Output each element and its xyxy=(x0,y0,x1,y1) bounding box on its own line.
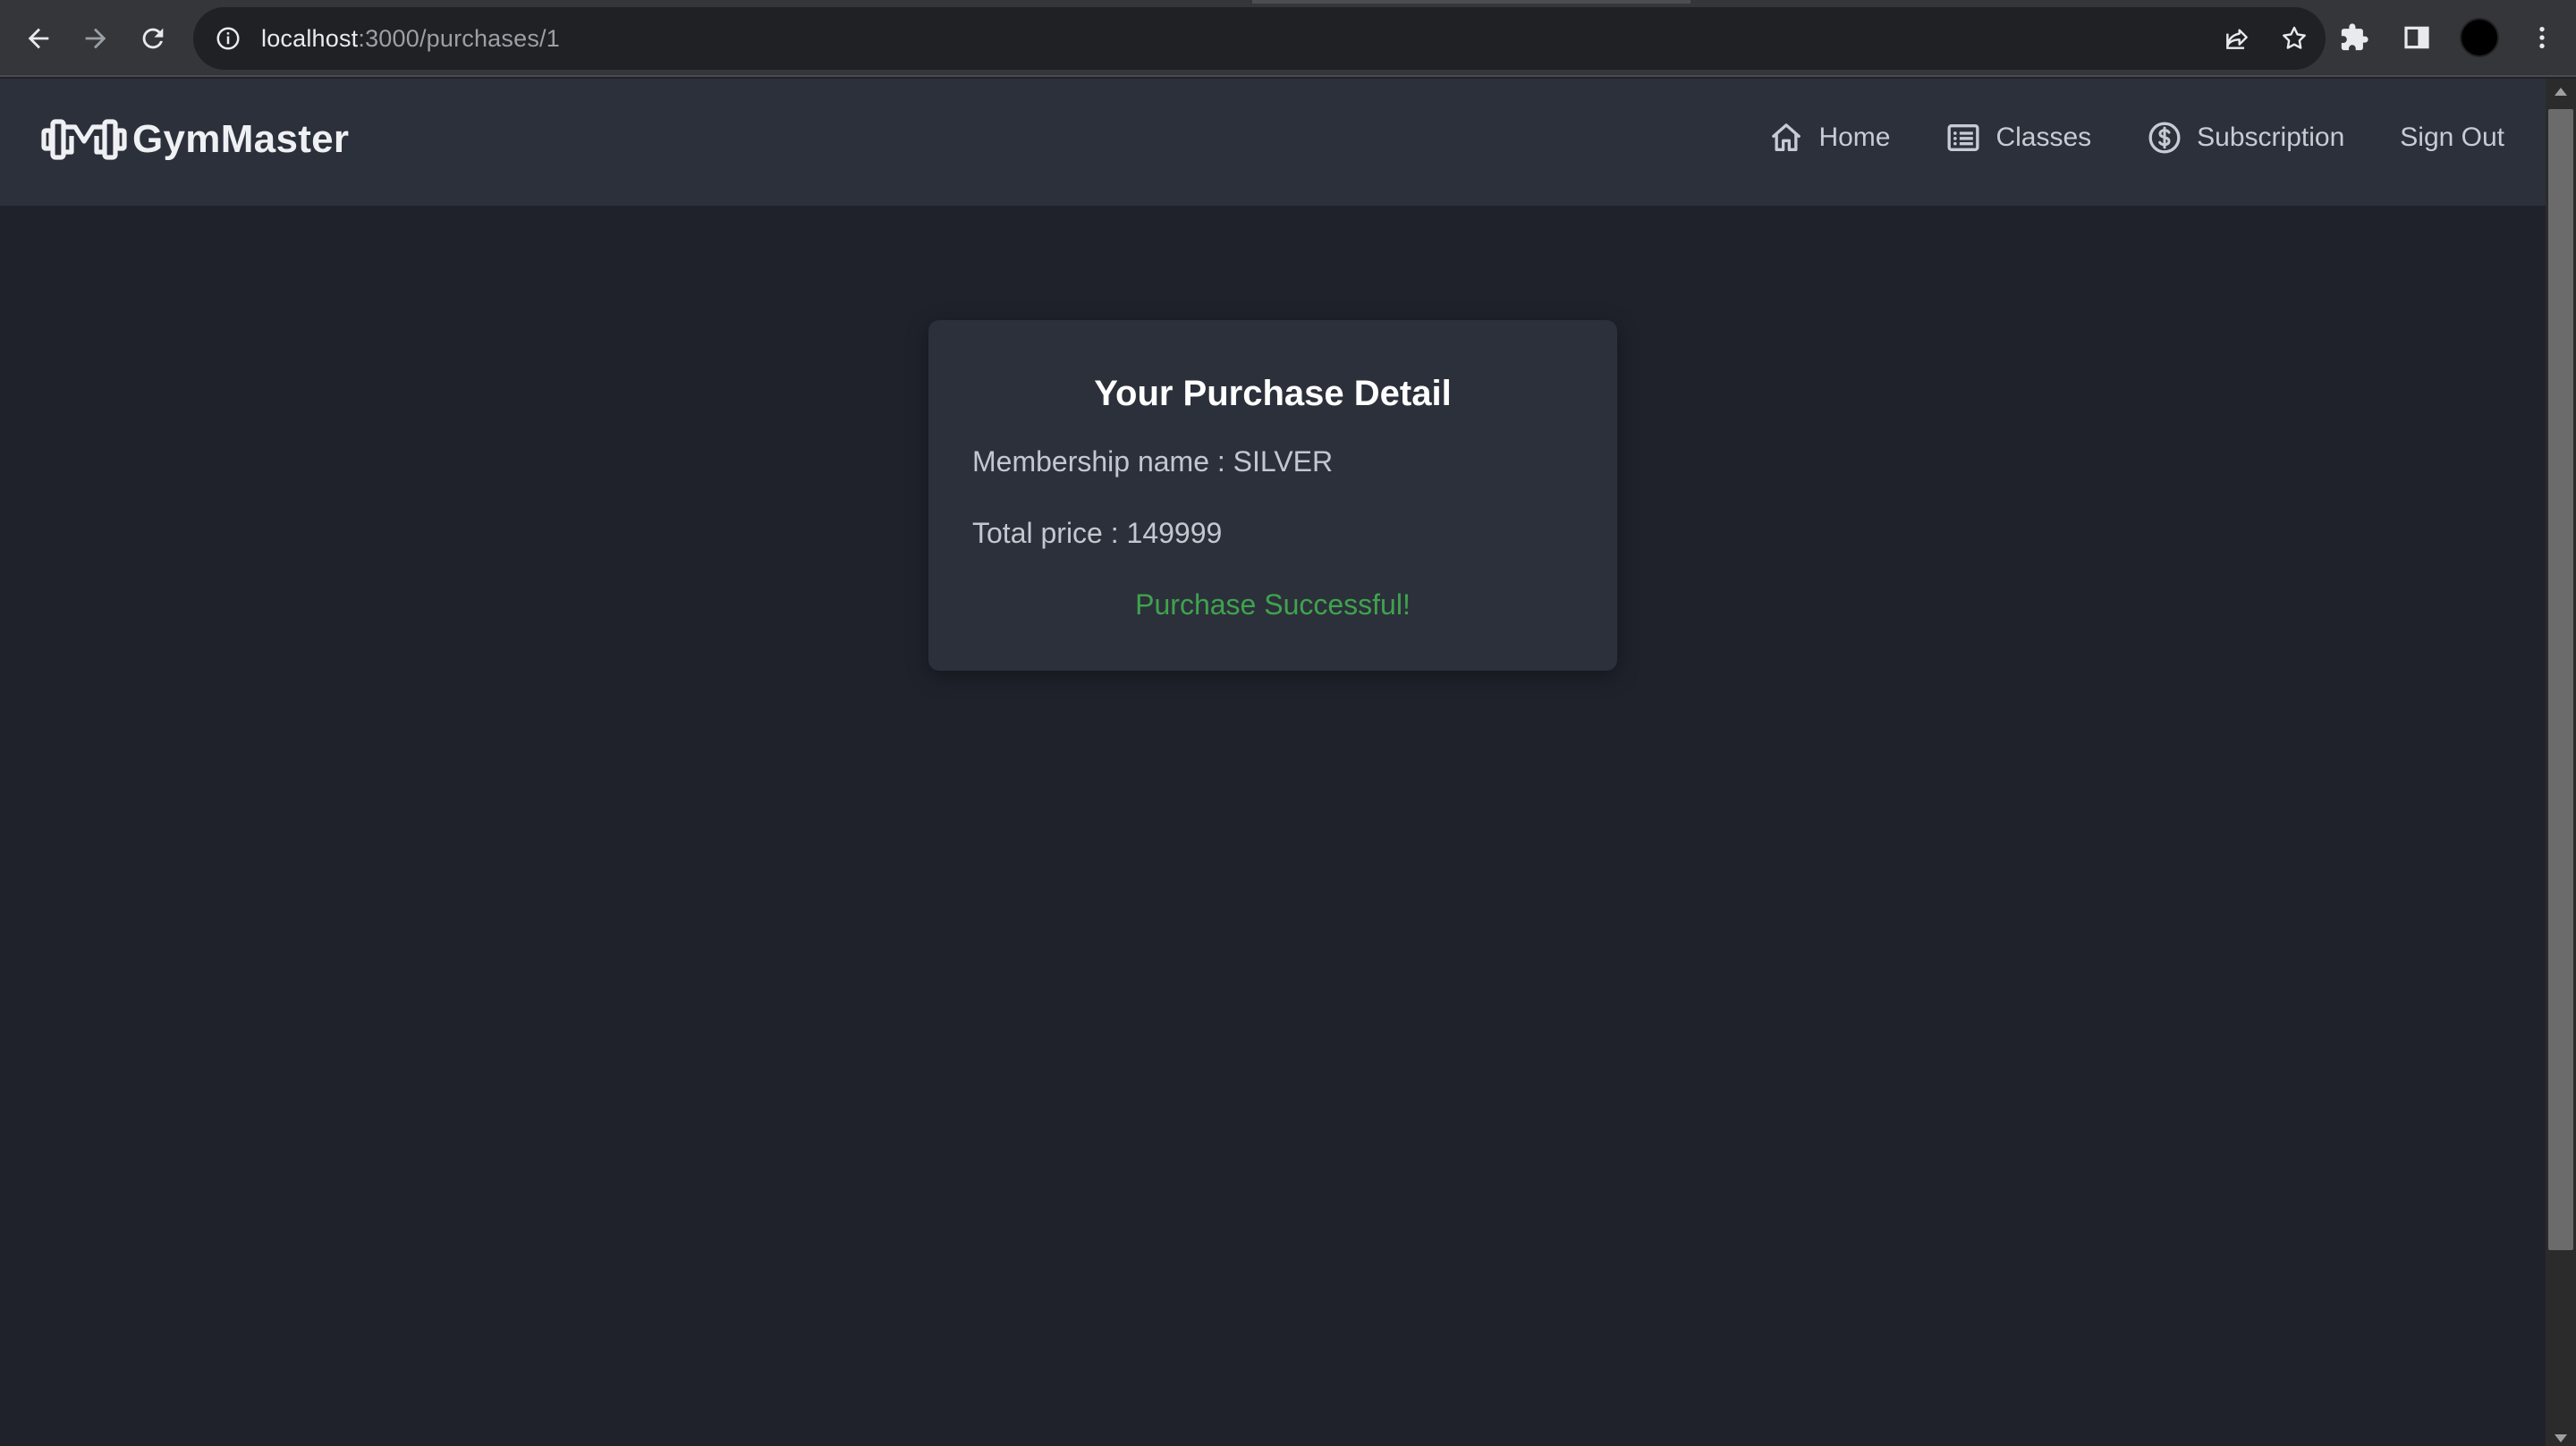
bookmark-star-icon[interactable] xyxy=(2277,21,2311,55)
nav-home-label: Home xyxy=(1818,123,1891,152)
purchase-detail-title: Your Purchase Detail xyxy=(1094,374,1452,413)
scroll-up-arrow-icon[interactable] xyxy=(2555,88,2567,96)
dollar-icon xyxy=(2148,122,2181,154)
chrome-menu-icon[interactable] xyxy=(2522,18,2562,57)
page-scrollbar[interactable] xyxy=(2546,79,2576,1446)
main-content: Your Purchase Detail Membership name : S… xyxy=(0,206,2546,1446)
side-panel-icon[interactable] xyxy=(2397,18,2436,57)
brand-name: GymMaster xyxy=(132,117,350,161)
share-icon[interactable] xyxy=(2220,21,2254,55)
membership-name-text: Membership name : SILVER xyxy=(972,445,1334,478)
nav-classes-label: Classes xyxy=(1996,123,2092,152)
brand-logo-link[interactable]: GymMaster xyxy=(41,116,349,163)
nav-sign-out-label: Sign Out xyxy=(2400,123,2504,152)
address-bar[interactable]: localhost:3000/purchases/1 xyxy=(193,7,2326,70)
nav-home[interactable]: Home xyxy=(1768,120,1890,156)
nav-subscription[interactable]: Subscription xyxy=(2147,120,2344,156)
nav-classes[interactable]: Classes xyxy=(1945,120,2091,156)
nav-sign-out[interactable]: Sign Out xyxy=(2400,123,2504,153)
url-path: :3000/purchases/1 xyxy=(358,24,560,52)
nav-links: Home Classes Subscription Sign Out xyxy=(1768,120,2504,156)
dumbbell-logo-icon xyxy=(41,119,127,160)
home-icon xyxy=(1772,123,1801,151)
url-host: localhost xyxy=(261,24,359,52)
app-navbar: GymMaster Home Classes Subscription Sign… xyxy=(0,79,2546,206)
reload-button[interactable] xyxy=(132,18,174,59)
reload-icon xyxy=(142,28,164,49)
back-button[interactable] xyxy=(18,18,59,59)
profile-avatar[interactable] xyxy=(2460,18,2499,57)
purchase-status-message: Purchase Successful! xyxy=(1135,588,1411,621)
list-icon xyxy=(1947,124,1979,151)
forward-button[interactable] xyxy=(75,18,116,59)
nav-subscription-label: Subscription xyxy=(2197,123,2345,152)
site-info-icon[interactable] xyxy=(213,23,243,54)
tab-strip xyxy=(1252,0,1690,4)
scroll-thumb[interactable] xyxy=(2548,109,2573,1250)
browser-toolbar: localhost:3000/purchases/1 xyxy=(0,0,2576,77)
url-text: localhost:3000/purchases/1 xyxy=(261,25,560,53)
extensions-puzzle-icon[interactable] xyxy=(2334,18,2374,57)
back-arrow-icon xyxy=(28,28,49,49)
total-price-text: Total price : 149999 xyxy=(972,517,1223,549)
forward-arrow-icon xyxy=(85,28,106,49)
scroll-down-arrow-icon[interactable] xyxy=(2555,1434,2567,1442)
purchase-detail-card: Your Purchase Detail Membership name : S… xyxy=(928,320,1617,671)
